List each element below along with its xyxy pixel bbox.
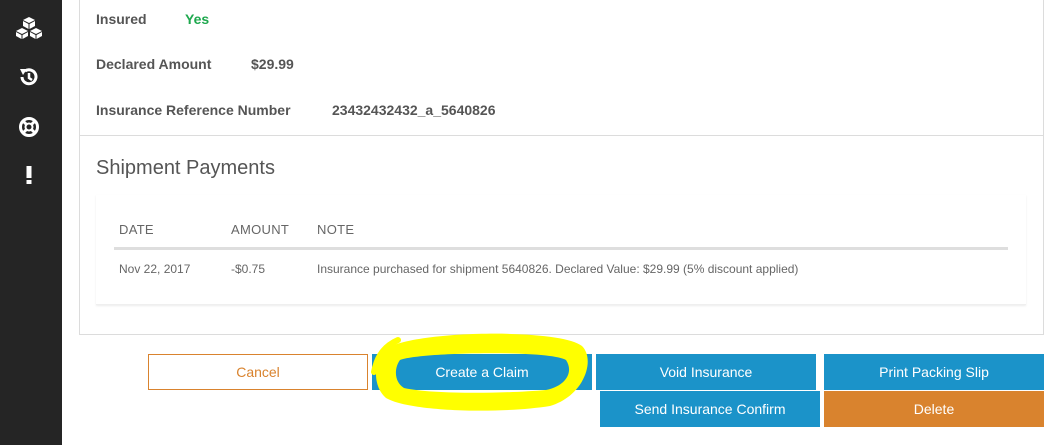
create-claim-button[interactable]: Create a Claim xyxy=(372,354,592,390)
shipment-details-panel: Insured Yes Declared Amount $29.99 Insur… xyxy=(79,0,1044,335)
send-insurance-confirm-button[interactable]: Send Insurance Confirm xyxy=(600,391,820,427)
payments-table: DATE AMOUNT NOTE Nov 22, 2017 -$0.75 Ins… xyxy=(96,195,1026,305)
delete-button[interactable]: Delete xyxy=(824,391,1044,427)
declared-amount-label: Declared Amount xyxy=(96,56,212,72)
insurance-reference-value: 23432432432_a_5640826 xyxy=(332,102,496,118)
insured-value: Yes xyxy=(185,11,210,27)
section-divider xyxy=(80,135,1043,136)
payment-date: Nov 22, 2017 xyxy=(119,262,191,276)
column-header-date: DATE xyxy=(119,222,154,237)
column-header-amount: AMOUNT xyxy=(231,222,290,237)
sidebar xyxy=(0,0,62,445)
print-packing-slip-button[interactable]: Print Packing Slip xyxy=(824,354,1044,390)
cancel-button[interactable]: Cancel xyxy=(148,354,368,390)
table-header-divider xyxy=(114,247,1008,250)
shipment-payments-title: Shipment Payments xyxy=(96,157,275,179)
payment-amount: -$0.75 xyxy=(231,262,266,276)
void-insurance-button[interactable]: Void Insurance xyxy=(596,354,816,390)
lifebuoy-icon[interactable] xyxy=(13,111,45,143)
insured-label: Insured xyxy=(96,11,147,27)
declared-amount-value: $29.99 xyxy=(251,56,294,72)
payment-note: Insurance purchased for shipment 5640826… xyxy=(317,262,799,276)
history-icon[interactable] xyxy=(13,61,45,93)
column-header-note: NOTE xyxy=(317,222,355,237)
alert-icon[interactable] xyxy=(13,159,45,191)
insurance-reference-label: Insurance Reference Number xyxy=(96,102,291,118)
cubes-icon[interactable] xyxy=(13,12,45,44)
